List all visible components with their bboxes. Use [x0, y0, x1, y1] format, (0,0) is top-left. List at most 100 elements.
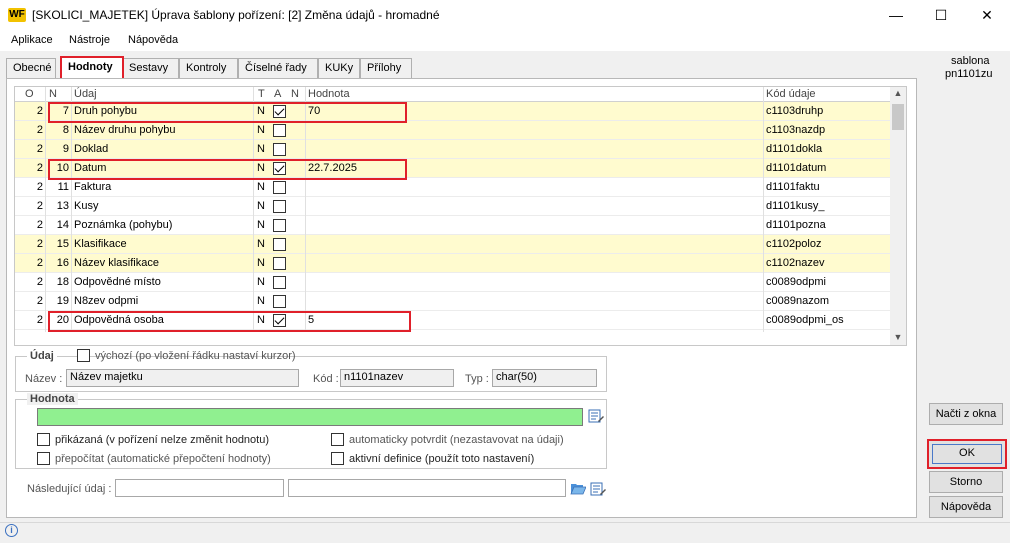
hodnota-group-title: Hodnota	[27, 393, 78, 405]
tab-hodnoty[interactable]: Hodnoty	[60, 56, 124, 78]
cell-kod: d1101kusy_	[766, 200, 825, 212]
col-t-header[interactable]: T	[258, 88, 265, 100]
tab-obecne[interactable]: Obecné	[6, 58, 56, 78]
cell-a-checkbox[interactable]	[273, 276, 286, 289]
tab-ciselne-rady[interactable]: Číselné řady	[238, 58, 318, 78]
cell-t: N	[257, 181, 265, 193]
udaj-group-title: Údaj	[27, 350, 57, 362]
cell-kod: c0089nazom	[766, 295, 829, 307]
cell-t: N	[257, 276, 265, 288]
cell-o: 2	[36, 200, 43, 212]
cell-t: N	[257, 257, 265, 269]
tab-kontroly[interactable]: Kontroly	[179, 58, 238, 78]
highlight-druh-pohybu	[48, 102, 407, 123]
cell-a-checkbox[interactable]	[273, 181, 286, 194]
scroll-down-icon[interactable]: ▼	[890, 332, 906, 342]
minimize-icon[interactable]: —	[873, 0, 919, 31]
info-icon[interactable]: i	[5, 524, 18, 537]
cell-t: N	[257, 219, 265, 231]
cell-t: N	[257, 124, 265, 136]
app-logo-icon: WF	[8, 8, 26, 22]
storno-button[interactable]: Storno	[929, 471, 1003, 493]
scroll-up-icon[interactable]: ▲	[890, 88, 906, 98]
cell-kod: c0089odpmi	[766, 276, 826, 288]
cell-udaj: Klasifikace	[74, 238, 127, 250]
cell-udaj: Název klasifikace	[74, 257, 159, 269]
table-row[interactable]: 2 19 N8zev odpmi Nc0089nazom	[15, 292, 891, 311]
cell-udaj: Poznámka (pohybu)	[74, 219, 173, 231]
cell-a-checkbox[interactable]	[273, 143, 286, 156]
auto-potvrdit-checkbox[interactable]	[331, 433, 344, 446]
cell-n: 16	[56, 257, 69, 269]
cell-t: N	[257, 295, 265, 307]
col-n2-header[interactable]: N	[291, 88, 299, 100]
cell-o: 2	[36, 219, 43, 231]
col-hodnota-header[interactable]: Hodnota	[308, 88, 350, 100]
prepocitat-label: přepočítat (automatické přepočtení hodno…	[55, 453, 271, 465]
cell-kod: c0089odpmi_os	[766, 314, 844, 326]
cell-n: 8	[62, 124, 69, 136]
maximize-icon[interactable]: ☐	[918, 0, 964, 31]
table-row[interactable]: 2 8 Název druhu pohybu Nc1103nazdp	[15, 121, 891, 140]
table-row[interactable]: 2 16 Název klasifikace Nc1102nazev	[15, 254, 891, 273]
cell-n: 13	[56, 200, 69, 212]
nasledujici-input-2[interactable]	[288, 479, 566, 497]
prikazana-checkbox[interactable]	[37, 433, 50, 446]
nasledujici-label: Následující údaj :	[27, 483, 112, 495]
cell-t: N	[257, 143, 265, 155]
vychozi-label: výchozí (po vložení řádku nastaví kurzor…	[95, 350, 296, 362]
cell-n: 18	[56, 276, 69, 288]
cell-n: 9	[62, 143, 69, 155]
menu-aplikace[interactable]: Aplikace	[11, 34, 53, 46]
col-kod-header[interactable]: Kód údaje	[766, 88, 816, 100]
table-row[interactable]: 2 9 Doklad Nd1101dokla	[15, 140, 891, 159]
cell-o: 2	[36, 314, 43, 326]
menu-nastroje[interactable]: Nástroje	[69, 34, 110, 46]
close-icon[interactable]: ✕	[964, 0, 1010, 31]
kod-field[interactable]: n1101nazev	[340, 369, 454, 387]
folder-open-icon[interactable]	[570, 481, 587, 495]
cell-a-checkbox[interactable]	[273, 238, 286, 251]
cell-kod: d1101datum	[766, 162, 827, 174]
prepocitat-checkbox[interactable]	[37, 452, 50, 465]
grid-header: O N Údaj T A N Hodnota Kód údaje	[15, 87, 891, 102]
col-n-header[interactable]: N	[49, 88, 57, 100]
cell-kod: c1102nazev	[766, 257, 825, 269]
highlight-datum	[48, 159, 407, 180]
tab-sestavy[interactable]: Sestavy	[122, 58, 179, 78]
menu-napoveda[interactable]: Nápověda	[128, 34, 178, 46]
cell-udaj: Faktura	[74, 181, 112, 193]
col-a-header[interactable]: A	[274, 88, 281, 100]
edit-list-icon[interactable]	[588, 408, 604, 424]
cell-t: N	[257, 200, 265, 212]
col-udaj-header[interactable]: Údaj	[74, 88, 97, 100]
cell-a-checkbox[interactable]	[273, 295, 286, 308]
cell-o: 2	[36, 276, 43, 288]
edit-list-icon-2[interactable]	[590, 481, 606, 497]
vychozi-checkbox[interactable]	[77, 349, 90, 362]
napoveda-button[interactable]: Nápověda	[929, 496, 1003, 518]
nasledujici-input-1[interactable]	[115, 479, 284, 497]
tab-kuky[interactable]: KUKy	[318, 58, 360, 78]
ok-button-label: OK	[932, 444, 1002, 464]
table-row[interactable]: 2 14 Poznámka (pohybu) Nd1101pozna	[15, 216, 891, 235]
cell-a-checkbox[interactable]	[273, 257, 286, 270]
tab-prilohy[interactable]: Přílohy	[360, 58, 412, 78]
col-o-header[interactable]: O	[25, 88, 34, 100]
cell-o: 2	[36, 143, 43, 155]
table-row[interactable]: 2 15 Klasifikace Nc1102poloz	[15, 235, 891, 254]
table-row[interactable]: 2 18 Odpovědné místo Nc0089odpmi	[15, 273, 891, 292]
typ-field[interactable]: char(50)	[492, 369, 597, 387]
table-row[interactable]: 2 11 Faktura Nd1101faktu	[15, 178, 891, 197]
cell-kod: c1102poloz	[766, 238, 822, 250]
scrollbar-thumb[interactable]	[892, 104, 904, 130]
nazev-field[interactable]: Název majetku	[66, 369, 299, 387]
ok-button[interactable]: OK	[927, 439, 1007, 469]
table-row[interactable]: 2 13 Kusy Nd1101kusy_	[15, 197, 891, 216]
cell-a-checkbox[interactable]	[273, 219, 286, 232]
aktivni-definice-checkbox[interactable]	[331, 452, 344, 465]
cell-a-checkbox[interactable]	[273, 200, 286, 213]
hodnota-input[interactable]	[37, 408, 583, 426]
cell-a-checkbox[interactable]	[273, 124, 286, 137]
nacti-z-okna-button[interactable]: Načti z okna	[929, 403, 1003, 425]
